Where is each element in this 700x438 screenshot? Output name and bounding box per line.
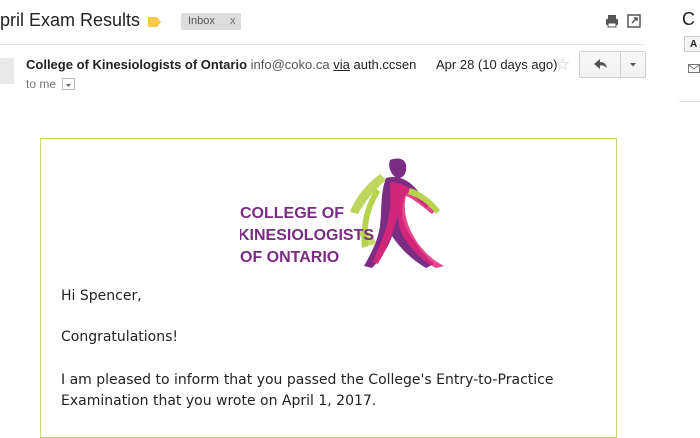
email-subject: pril Exam Results (0, 10, 141, 30)
email-paragraph-line-1: I am pleased to inform that you passed t… (61, 372, 554, 388)
email-greeting: Hi Spencer, (61, 288, 142, 304)
inbox-label-chip[interactable]: Inbox x (181, 13, 242, 30)
logo-line-1: COLLEGE OF (240, 205, 344, 222)
side-panel-title: C (682, 9, 695, 29)
remove-label-button[interactable]: x (230, 15, 236, 27)
reply-icon (594, 59, 607, 69)
logo-line-2: KINESIOLOGISTS (240, 227, 374, 244)
college-logo: COLLEGE OF KINESIOLOGISTS OF ONTARIO (240, 158, 444, 268)
chevron-down-icon (66, 83, 72, 87)
more-actions-button[interactable] (620, 51, 646, 78)
mail-icon[interactable] (688, 64, 700, 73)
sender-email: info@coko.ca (250, 57, 330, 72)
email-date: Apr 28 (10 days ago) (436, 57, 558, 72)
star-icon[interactable]: ☆ (555, 55, 570, 75)
logo-line-3: OF ONTARIO (240, 249, 339, 266)
side-panel-button[interactable]: A (684, 36, 700, 52)
kinesiologist-figure-graphic (350, 158, 444, 268)
new-window-icon[interactable] (627, 14, 641, 28)
sender-line: College of Kinesiologists of Ontario inf… (26, 57, 416, 72)
reply-button[interactable] (579, 51, 621, 78)
via-link[interactable]: via (333, 57, 350, 72)
header-divider (0, 44, 645, 45)
recipient-label: to me (26, 77, 57, 91)
via-domain: auth.ccsen (353, 57, 417, 72)
print-icon[interactable] (605, 14, 619, 28)
side-panel-divider (679, 101, 700, 102)
show-details-button[interactable] (62, 77, 76, 90)
email-paragraph-line-2: Examination that you wrote on April 1, 2… (61, 393, 377, 409)
email-congrats: Congratulations! (61, 329, 178, 345)
label-tag-icon[interactable] (148, 17, 161, 27)
chevron-down-icon (630, 63, 636, 67)
sender-name[interactable]: College of Kinesiologists of Ontario (26, 57, 247, 72)
avatar[interactable] (0, 58, 14, 84)
inbox-label-text: Inbox (188, 15, 215, 27)
recipient-line: to me (26, 77, 76, 91)
